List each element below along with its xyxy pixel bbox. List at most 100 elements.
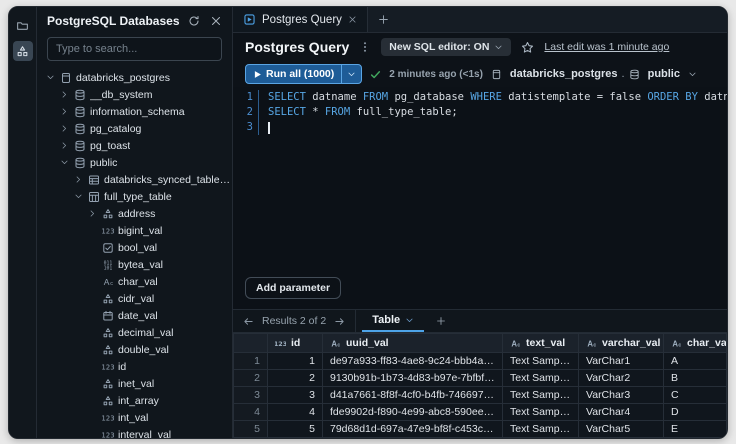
cell-text_val[interactable]: Text Sample 4 [503, 404, 579, 421]
workspace-folder-button[interactable] [13, 15, 33, 35]
row-number-cell[interactable]: 5 [234, 421, 268, 438]
cell-text_val[interactable]: Text Sample 1 [503, 353, 579, 370]
chevron-right-icon[interactable] [87, 208, 98, 219]
cell-uuid_val[interactable]: 9130b91b-1b73-4d83-b97e-7bfbf7ee0bba [323, 370, 503, 387]
tree-item-double_val[interactable]: double_val [37, 341, 232, 358]
chevron-down-icon[interactable] [59, 157, 70, 168]
add-result-tab-button[interactable] [424, 310, 458, 332]
sql-editor-toggle[interactable]: New SQL editor: ON [381, 38, 511, 56]
column-header-varchar_val[interactable]: Acvarchar_val [579, 334, 664, 353]
cell-id[interactable]: 5 [268, 421, 323, 438]
tree-item-cidr_val[interactable]: cidr_val [37, 290, 232, 307]
tree-item-bytea_val[interactable]: 011101bytea_val [37, 256, 232, 273]
chevron-down-icon[interactable] [45, 72, 56, 83]
cell-varchar_val[interactable]: VarChar5 [579, 421, 664, 438]
cell-id[interactable]: 3 [268, 387, 323, 404]
table-row[interactable]: 229130b91b-1b73-4d83-b97e-7bfbf7ee0bbaTe… [234, 370, 727, 387]
cell-char_val[interactable]: B [664, 370, 727, 387]
chevron-right-icon[interactable] [59, 89, 70, 100]
schema-selector[interactable]: public [648, 68, 680, 80]
row-number-cell[interactable]: 3 [234, 387, 268, 404]
cell-varchar_val[interactable]: VarChar3 [579, 387, 664, 404]
cell-text_val[interactable]: Text Sample 3 [503, 387, 579, 404]
cell-id[interactable]: 4 [268, 404, 323, 421]
cell-varchar_val[interactable]: VarChar1 [579, 353, 664, 370]
chevron-right-icon[interactable] [59, 123, 70, 134]
tree-item-bool_val[interactable]: bool_val [37, 239, 232, 256]
cell-char_val[interactable]: E [664, 421, 727, 438]
table-row[interactable]: 11de97a933-ff83-4ae8-9c24-bbb4a20bd97aTe… [234, 353, 727, 370]
tree-item-information_schema[interactable]: information_schema [37, 103, 232, 120]
tree-item-decimal_val[interactable]: decimal_val [37, 324, 232, 341]
results-tab-table[interactable]: Table [362, 310, 424, 332]
chevron-down-icon[interactable] [73, 191, 84, 202]
code-line-2[interactable]: 2SELECT * FROM full_type_table; [233, 105, 727, 120]
sidebar-header: PostgreSQL Databases [37, 7, 232, 35]
context-chevron-icon[interactable] [688, 70, 697, 79]
table-row[interactable]: 5579d68d1d-697a-47e9-bf8f-c453c31af2daTe… [234, 421, 727, 438]
chevron-right-icon[interactable] [59, 106, 70, 117]
cell-char_val[interactable]: A [664, 353, 727, 370]
tree-item-int_val[interactable]: 123int_val [37, 409, 232, 426]
tree-item-databricks_postgres[interactable]: databricks_postgres [37, 69, 232, 86]
cell-id[interactable]: 2 [268, 370, 323, 387]
cell-id[interactable]: 1 [268, 353, 323, 370]
cell-uuid_val[interactable]: d41a7661-8f8f-4cf0-b4fb-746697d2d542 [323, 387, 503, 404]
run-all-button[interactable]: Run all (1000) [245, 64, 362, 84]
refresh-icon[interactable] [188, 15, 200, 27]
schema-browser-button[interactable] [13, 41, 33, 61]
sql-editor[interactable]: 1SELECT datname FROM pg_database WHERE d… [233, 87, 727, 309]
star-icon[interactable] [521, 41, 534, 54]
code-line-1[interactable]: 1SELECT datname FROM pg_database WHERE d… [233, 90, 727, 105]
column-header-text_val[interactable]: Actext_val [503, 334, 579, 353]
tree-item-id[interactable]: 123id [37, 358, 232, 375]
search-input[interactable] [47, 37, 222, 61]
tree-item-pg_catalog[interactable]: pg_catalog [37, 120, 232, 137]
tree-item-address[interactable]: address [37, 205, 232, 222]
column-header-id[interactable]: 123id [268, 334, 323, 353]
column-header-char_val[interactable]: Acchar_val [664, 334, 727, 353]
tab-close-icon[interactable] [348, 15, 357, 24]
chevron-right-icon[interactable] [59, 140, 70, 151]
cell-text_val[interactable]: Text Sample 5 [503, 421, 579, 438]
tree-item-pg_toast[interactable]: pg_toast [37, 137, 232, 154]
tree-item-public[interactable]: public [37, 154, 232, 171]
catalog-selector[interactable]: databricks_postgres [510, 68, 618, 80]
tree-item-__db_system[interactable]: __db_system [37, 86, 232, 103]
new-tab-button[interactable] [368, 7, 400, 32]
cell-uuid_val[interactable]: fde9902d-f890-4e99-abc8-590eed2a0c3a [323, 404, 503, 421]
tree-item-bigint_val[interactable]: 123bigint_val [37, 222, 232, 239]
last-edit-link[interactable]: Last edit was 1 minute ago [544, 41, 669, 53]
tree-item-label: double_val [118, 344, 169, 356]
table-row[interactable]: 44fde9902d-f890-4e99-abc8-590eed2a0c3aTe… [234, 404, 727, 421]
cell-text_val[interactable]: Text Sample 2 [503, 370, 579, 387]
tree-item-databricks_synced_table_mana[interactable]: databricks_synced_table_mana… [37, 171, 232, 188]
results-next-icon[interactable] [334, 316, 345, 327]
tree-item-int_array[interactable]: int_array [37, 392, 232, 409]
tree-item-char_val[interactable]: Acchar_val [37, 273, 232, 290]
kebab-menu-icon[interactable] [359, 41, 371, 53]
add-parameter-button[interactable]: Add parameter [245, 277, 341, 299]
results-prev-icon[interactable] [243, 316, 254, 327]
cell-varchar_val[interactable]: VarChar4 [579, 404, 664, 421]
row-number-cell[interactable]: 2 [234, 370, 268, 387]
tree-item-inet_val[interactable]: inet_val [37, 375, 232, 392]
tab-postgres-query[interactable]: Postgres Query [233, 7, 368, 32]
row-number-cell[interactable]: 1 [234, 353, 268, 370]
table-row[interactable]: 33d41a7661-8f8f-4cf0-b4fb-746697d2d542Te… [234, 387, 727, 404]
row-number-cell[interactable]: 4 [234, 404, 268, 421]
cell-uuid_val[interactable]: de97a933-ff83-4ae8-9c24-bbb4a20bd97a [323, 353, 503, 370]
cell-char_val[interactable]: C [664, 387, 727, 404]
cell-uuid_val[interactable]: 79d68d1d-697a-47e9-bf8f-c453c31af2da [323, 421, 503, 438]
chevron-right-icon[interactable] [73, 174, 84, 185]
code-line-3[interactable]: 3 [233, 120, 727, 135]
tree-item-interval_val[interactable]: 123interval_val [37, 426, 232, 438]
run-options-chevron-icon[interactable] [342, 70, 361, 79]
cell-varchar_val[interactable]: VarChar2 [579, 370, 664, 387]
tree-item-full_type_table[interactable]: full_type_table [37, 188, 232, 205]
tree-item-date_val[interactable]: date_val [37, 307, 232, 324]
table-tab-chevron-icon[interactable] [405, 316, 414, 325]
cell-char_val[interactable]: D [664, 404, 727, 421]
column-header-uuid_val[interactable]: Acuuid_val [323, 334, 503, 353]
close-sidebar-icon[interactable] [210, 15, 222, 27]
